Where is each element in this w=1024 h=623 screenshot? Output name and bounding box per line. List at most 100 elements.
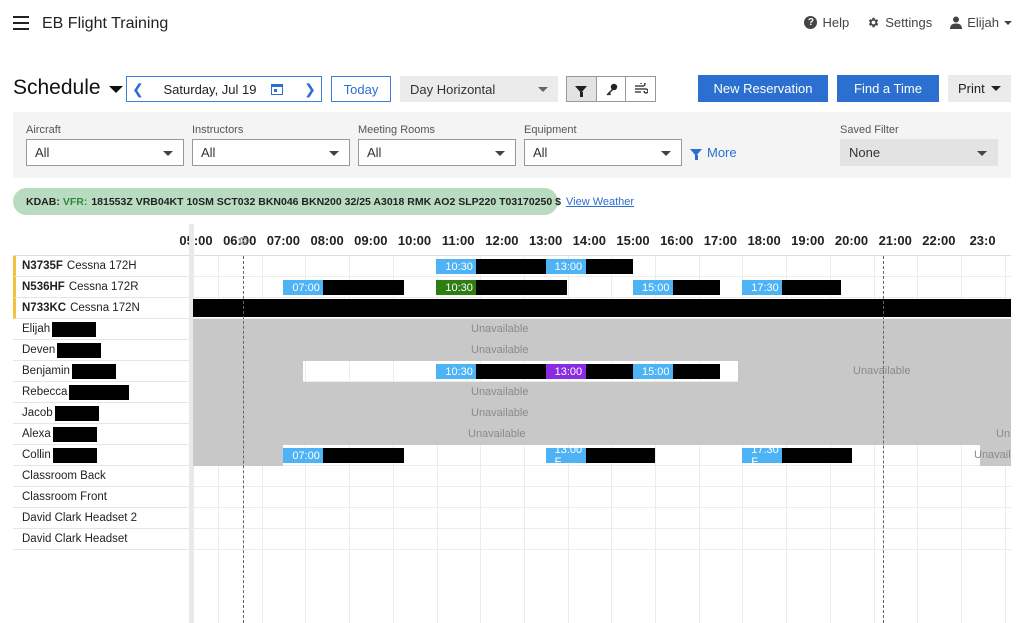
resource-row[interactable]: David Clark Headset 2 [13, 508, 193, 529]
resource-row[interactable]: David Clark Headset [13, 529, 193, 550]
schedule-title[interactable]: Schedule [13, 76, 123, 100]
resource-row[interactable]: Deven [13, 340, 193, 361]
reservation-block[interactable]: 10:30 [436, 280, 568, 295]
reservation-block[interactable]: 17:30 [742, 280, 841, 295]
reservation-block[interactable]: 13:00 [545, 364, 633, 379]
next-day-button[interactable]: ❯ [299, 77, 321, 101]
reservation-time: 10:30 [445, 260, 473, 273]
chevron-down-icon [991, 86, 1001, 91]
redacted-name [52, 447, 97, 463]
schedule-title-text: Schedule [13, 76, 101, 99]
redacted-details [673, 364, 721, 379]
unavailable-block [193, 319, 1011, 361]
resource-row[interactable]: Jacob [13, 403, 193, 424]
unavailable-block [193, 382, 1011, 445]
resource-row[interactable]: Elijah [13, 319, 193, 340]
more-filters-label: More [707, 145, 737, 160]
unavailable-label: Unavail [974, 449, 1011, 461]
timeline-row[interactable] [193, 529, 1011, 550]
reservation-block[interactable]: 13:00 F [545, 448, 655, 463]
resource-row[interactable]: Rebecca [13, 382, 193, 403]
metar-text: 181553Z VRB04KT 10SM SCT032 BKN046 BKN20… [91, 195, 561, 208]
more-filters-link[interactable]: More [690, 145, 737, 160]
saved-filter-select[interactable]: None [840, 139, 998, 166]
view-select-value: Day Horizontal [410, 81, 496, 97]
print-label: Print [958, 81, 985, 96]
resource-row[interactable]: N536HF Cessna 172R [13, 277, 193, 298]
timeline-row[interactable] [193, 487, 1011, 508]
filter-panel: Aircraft All Instructors All Meeting Roo… [13, 112, 1011, 178]
reservation-block[interactable]: 17:30 F [742, 448, 852, 463]
chevron-down-icon [495, 151, 505, 156]
hour-label: 16:00 [660, 233, 694, 248]
reservation-block[interactable]: 15:00 [633, 364, 721, 379]
reservation-time: 17:30 F [751, 448, 779, 463]
timeline-row[interactable] [193, 508, 1011, 529]
reservation-block[interactable]: 10:30 [436, 364, 546, 379]
gear-icon: ⚙ [238, 234, 249, 248]
aircraft-select[interactable]: All [26, 139, 184, 166]
calendar-icon[interactable] [271, 83, 283, 95]
redacted-details [476, 280, 568, 295]
menu-icon[interactable] [13, 16, 29, 30]
unavailable-label: Unavailable [468, 428, 526, 440]
gear-icon [869, 17, 879, 28]
find-a-time-button[interactable]: Find a Time [837, 75, 939, 102]
timeline-row[interactable] [193, 466, 1011, 487]
help-icon: ? [804, 16, 818, 29]
equipment-select[interactable]: All [524, 139, 682, 166]
meeting-rooms-select[interactable]: All [358, 139, 516, 166]
resource-row[interactable]: Classroom Front [13, 487, 193, 508]
reservation-time: 13:00 F [554, 448, 583, 463]
tail-number: N536HF [22, 281, 65, 293]
resource-row[interactable]: Collin [13, 445, 193, 466]
redacted-details [476, 364, 546, 379]
unavailable-block [193, 361, 303, 382]
redacted-details [585, 364, 633, 379]
redacted-details [585, 259, 633, 274]
view-weather-link[interactable]: View Weather [566, 196, 634, 208]
hour-label: 05:00 [179, 233, 213, 248]
resource-name: Deven [22, 344, 56, 356]
reservation-block[interactable] [193, 299, 1011, 317]
instructors-filter: Instructors All [192, 124, 350, 166]
schedule-grid: 05:00 06:00 07:00 08:00 09:00 10:00 11:00 12:00… [13, 224, 1011, 623]
reservation-time: 13:00 [554, 260, 583, 273]
filter-toggle-button[interactable] [567, 77, 597, 101]
reservation-time: 10:30 [445, 365, 473, 378]
unavailable-label: Unavailable [471, 344, 529, 356]
resource-row[interactable]: N3735F Cessna 172H [13, 256, 193, 277]
key-button[interactable] [597, 77, 627, 101]
resource-row[interactable]: N733KC Cessna 172N [13, 298, 193, 319]
view-select[interactable]: Day Horizontal [400, 76, 558, 102]
user-menu[interactable]: Elijah [950, 15, 1012, 30]
settings-link[interactable]: Settings [867, 15, 932, 30]
redacted-details [476, 259, 546, 274]
weather-toggle-button[interactable] [626, 77, 655, 101]
user-icon [950, 16, 963, 29]
resource-row[interactable]: Benjamin [13, 361, 193, 382]
reservation-block[interactable]: 07:00 [283, 280, 404, 295]
current-date[interactable]: Saturday, Jul 19 [149, 82, 271, 97]
redacted-details [585, 448, 655, 463]
new-reservation-button[interactable]: New Reservation [698, 75, 828, 102]
today-button[interactable]: Today [331, 76, 391, 102]
reservation-block[interactable]: 13:00 [545, 259, 633, 274]
resource-name: David Clark Headset 2 [22, 512, 138, 524]
reservation-block[interactable]: 07:00 [283, 448, 404, 463]
help-link[interactable]: ? Help [804, 15, 849, 30]
redacted-name [71, 363, 116, 379]
instructors-select[interactable]: All [192, 139, 350, 166]
redacted-details [673, 280, 721, 295]
print-button[interactable]: Print [948, 75, 1011, 102]
unavailable-label: Un [996, 428, 1011, 440]
resource-row[interactable]: Alexa [13, 424, 193, 445]
resource-row[interactable]: Classroom Back [13, 466, 193, 487]
reservation-block[interactable]: 10:30 [436, 259, 546, 274]
top-bar: EB Flight Training ? Help Settings Elija… [0, 0, 1024, 48]
equipment-filter-label: Equipment [524, 124, 577, 136]
reservation-block[interactable]: 15:00 [633, 280, 721, 295]
date-navigator: ❮ Saturday, Jul 19 ❯ [126, 76, 322, 102]
hour-label: 23:0 [969, 233, 996, 248]
prev-day-button[interactable]: ❮ [127, 77, 149, 101]
